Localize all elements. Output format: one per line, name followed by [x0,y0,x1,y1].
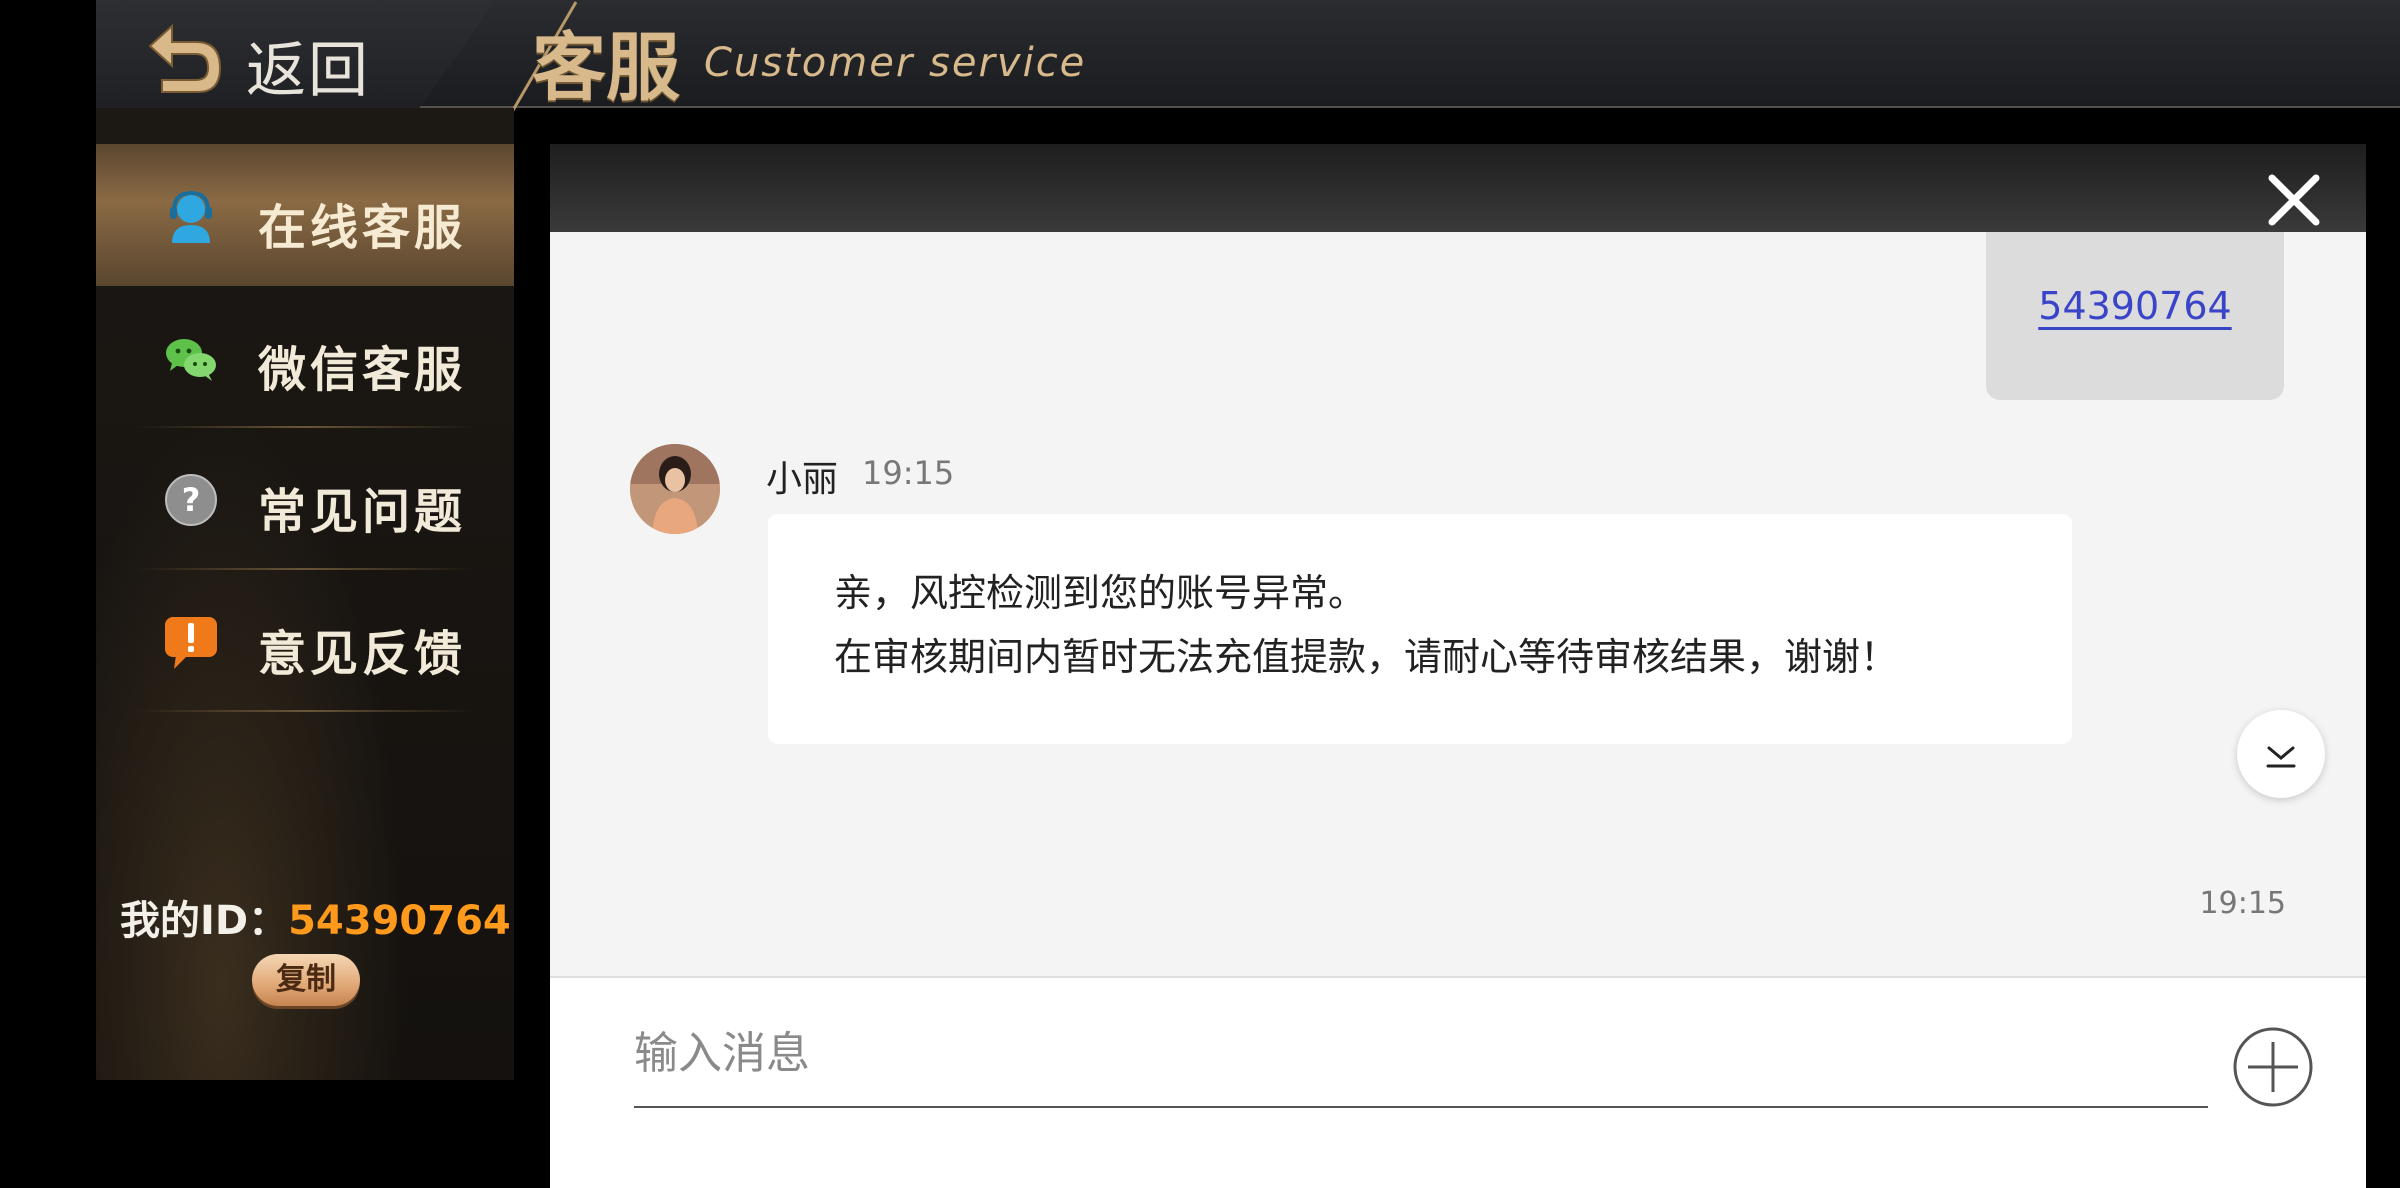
agent-message-time: 19:15 [862,454,955,492]
sidebar-item-faq[interactable]: ? 常见问题 [96,428,514,570]
chat-header [550,144,2366,232]
sidebar-item-label: 常见问题 [258,484,467,540]
exclamation-bubble-icon [165,617,217,669]
agent-message-line: 亲，风控检测到您的账号异常。 [834,571,1367,615]
back-button[interactable]: 返回 [96,0,496,124]
page-title: 客服 [532,25,680,111]
sidebar-item-label: 微信客服 [258,342,467,398]
agent-name: 小丽 [766,459,839,500]
plus-icon[interactable] [2232,1026,2314,1108]
id-link[interactable]: 54390764 [1986,284,2284,328]
top-header: 返回 客服 Customer service [96,0,2400,124]
sidebar-item-feedback[interactable]: 意见反馈 [96,570,514,712]
avatar-image [630,444,720,534]
chat-panel: 54390764 小丽 19:15 亲，风控检测到您的账号异常。 在审核期间内暂… [550,144,2366,1188]
input-bar [550,976,2366,1188]
agent-message-bubble: 亲，风控检测到您的账号异常。 在审核期间内暂时无法充值提款，请耐心等待审核结果，… [768,514,2072,744]
sidebar-item-online-service[interactable]: 在线客服 [96,144,514,286]
page-subtitle: Customer service [704,40,1087,86]
scroll-to-bottom-button[interactable] [2237,710,2325,798]
chevron-down-icon [2266,746,2296,768]
my-id: 我的ID：54390764 [120,888,511,946]
headset-person-icon [170,190,212,243]
sidebar-item-wechat-service[interactable]: 微信客服 [96,286,514,428]
message-list[interactable]: 54390764 小丽 19:15 亲，风控检测到您的账号异常。 在审核期间内暂… [550,232,2366,976]
my-id-value: 54390764 [288,898,511,944]
message-time: 19:15 [2199,886,2286,921]
sidebar-item-label: 意见反馈 [258,626,467,682]
message-input[interactable] [634,1018,2208,1108]
back-label: 返回 [246,36,370,106]
back-arrow-icon [148,23,222,93]
agent-message-line: 在审核期间内暂时无法充值提款，请耐心等待审核结果，谢谢！ [834,635,1899,679]
close-icon[interactable] [2266,172,2322,228]
divider [136,710,474,712]
agent-avatar [630,444,720,534]
my-message-bubble: 54390764 [1986,232,2284,400]
my-id-label: 我的ID： [120,898,289,944]
wechat-icon [166,339,216,381]
svg-text:?: ? [182,481,201,519]
sidebar-item-label: 在线客服 [258,200,467,256]
question-icon: ? [165,474,217,526]
copy-id-button[interactable]: 复制 [252,954,360,1006]
sidebar: 在线客服 微信客服 ? 常见问题 意见反馈 我的ID：54390764 复制 [96,108,514,1080]
